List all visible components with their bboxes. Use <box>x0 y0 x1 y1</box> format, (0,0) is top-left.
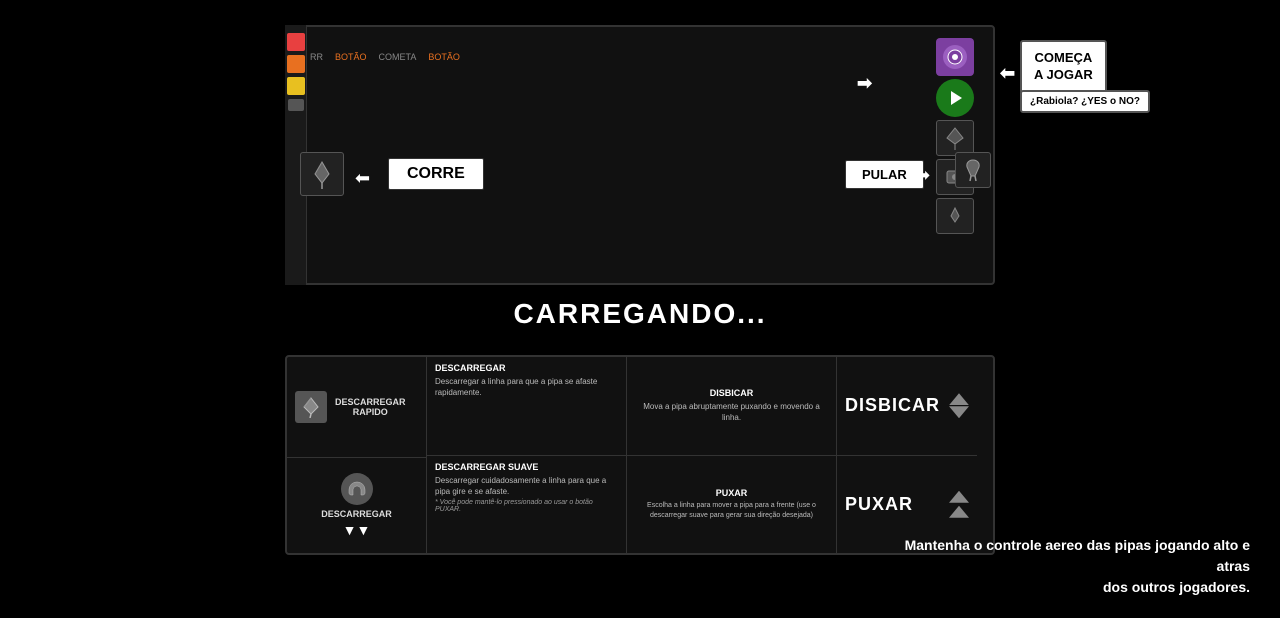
top-label-cometa: COMETA <box>379 52 417 62</box>
sidebar-icon-yellow <box>287 77 305 95</box>
big-desc-disbicar: DISBICAR Mova a pipa abruptamente puxand… <box>627 357 836 456</box>
desc-box-descarregar: DESCARREGAR Descarregar a linha para que… <box>427 357 626 456</box>
top-game-panel <box>285 25 995 285</box>
arrow-comeca-left: ⬅ <box>1000 63 1015 84</box>
character-icon <box>300 152 344 196</box>
desc-note-puxar: * Você pode mantê-lo pressionado ao usar… <box>435 499 618 513</box>
footer-text: Mantenha o controle aereo das pipas joga… <box>900 535 1250 598</box>
puxar-scroll-up[interactable] <box>949 491 969 503</box>
big-title-disbicar: DISBICAR <box>635 388 828 398</box>
rabiola-box[interactable]: ¿Rabiola? ¿YES o NO? <box>1020 90 1150 113</box>
big-text-disbicar: Mova a pipa abruptamente puxando e moven… <box>635 401 828 423</box>
icon-btn-dark3[interactable] <box>936 198 974 234</box>
top-label-row: RR BOTÃO COMETA BOTÃO <box>310 52 460 62</box>
top-label-botao1: BOTÃO <box>335 52 367 62</box>
arrow-cometa-right: ➡ <box>857 73 872 94</box>
pular-label: PULAR <box>862 167 907 182</box>
big-desc-puxar: PUXAR Escolha a linha para mover a pipa … <box>627 456 836 554</box>
scroll-arrow-up[interactable] <box>949 393 969 405</box>
big-title-puxar: PUXAR <box>635 488 828 498</box>
desc-title-descarregar: DESCARREGAR <box>435 363 618 373</box>
bottom-panel: DESCARREGARRAPIDO DESCARREGAR ▼▼ DESCARR… <box>285 355 995 555</box>
sidebar-icon-small <box>288 99 304 111</box>
image-buttons <box>936 38 974 234</box>
puxar-label: PUXAR <box>845 494 913 515</box>
scroll-arrow-down[interactable] <box>949 406 969 418</box>
pular-box[interactable]: PULAR <box>845 160 924 189</box>
double-arrows-down: ▼▼ <box>343 523 371 537</box>
descarregar-rapido-section: DESCARREGARRAPIDO <box>287 357 426 458</box>
descarregar-rapido-label: DESCARREGARRAPIDO <box>335 397 406 417</box>
disbicar-scroll <box>949 393 969 418</box>
icon-btn-kite1[interactable] <box>936 120 974 156</box>
desc-text-suave: Descarregar cuidadosamente a linha para … <box>435 475 618 497</box>
puxar-scroll-up2[interactable] <box>949 506 969 518</box>
bottom-rmid-col: DISBICAR Mova a pipa abruptamente puxand… <box>627 357 837 553</box>
corre-box[interactable]: CORRE <box>388 158 484 190</box>
descarregar-section: DESCARREGAR ▼▼ <box>287 458 426 554</box>
rabiola-text: ¿Rabiola? ¿YES o NO? <box>1030 96 1140 107</box>
jump-icon <box>955 152 991 188</box>
desc-box-descarregar-suave: DESCARREGAR SUAVE Descarregar cuidadosam… <box>427 456 626 554</box>
sidebar-icon-orange <box>287 55 305 73</box>
headphone-icon <box>341 473 373 505</box>
footer-line1: Mantenha o controle aereo das pipas joga… <box>905 537 1250 574</box>
sidebar-icon-kite <box>287 33 305 51</box>
corre-label: CORRE <box>407 165 465 182</box>
descarregar-label: DESCARREGAR <box>321 509 392 519</box>
puxar-scroll <box>949 491 969 518</box>
arrow-corre-left: ⬅ <box>355 168 370 189</box>
top-label-botao2: BOTÃO <box>428 52 460 62</box>
play-btn[interactable] <box>936 79 974 117</box>
bottom-right-col: DISBICAR PUXAR <box>837 357 977 553</box>
disbicar-label: DISBICAR <box>845 395 940 416</box>
disbicar-row: DISBICAR <box>837 357 977 456</box>
desc-text-descarregar: Descarregar a linha para que a pipa se a… <box>435 376 618 398</box>
big-text-puxar: Escolha a linha para mover a pipa para a… <box>635 501 828 521</box>
comeca-line2: A JOGAR <box>1034 67 1093 82</box>
icon-btn-purple[interactable] <box>936 38 974 76</box>
bottom-left-col: DESCARREGARRAPIDO DESCARREGAR ▼▼ <box>287 357 427 553</box>
loading-text: CARREGANDO... <box>513 298 766 330</box>
desc-title-suave: DESCARREGAR SUAVE <box>435 462 618 472</box>
kite-fast-icon <box>295 391 327 423</box>
comeca-a-jogar-box[interactable]: COMEÇA A JOGAR <box>1020 40 1107 94</box>
footer-line2: dos outros jogadores. <box>1103 579 1250 595</box>
arrow-pular-right: ➡ <box>915 165 930 186</box>
top-label-rr: RR <box>310 52 323 62</box>
bottom-mid-col: DESCARREGAR Descarregar a linha para que… <box>427 357 627 553</box>
comeca-line1: COMEÇA <box>1034 50 1092 65</box>
